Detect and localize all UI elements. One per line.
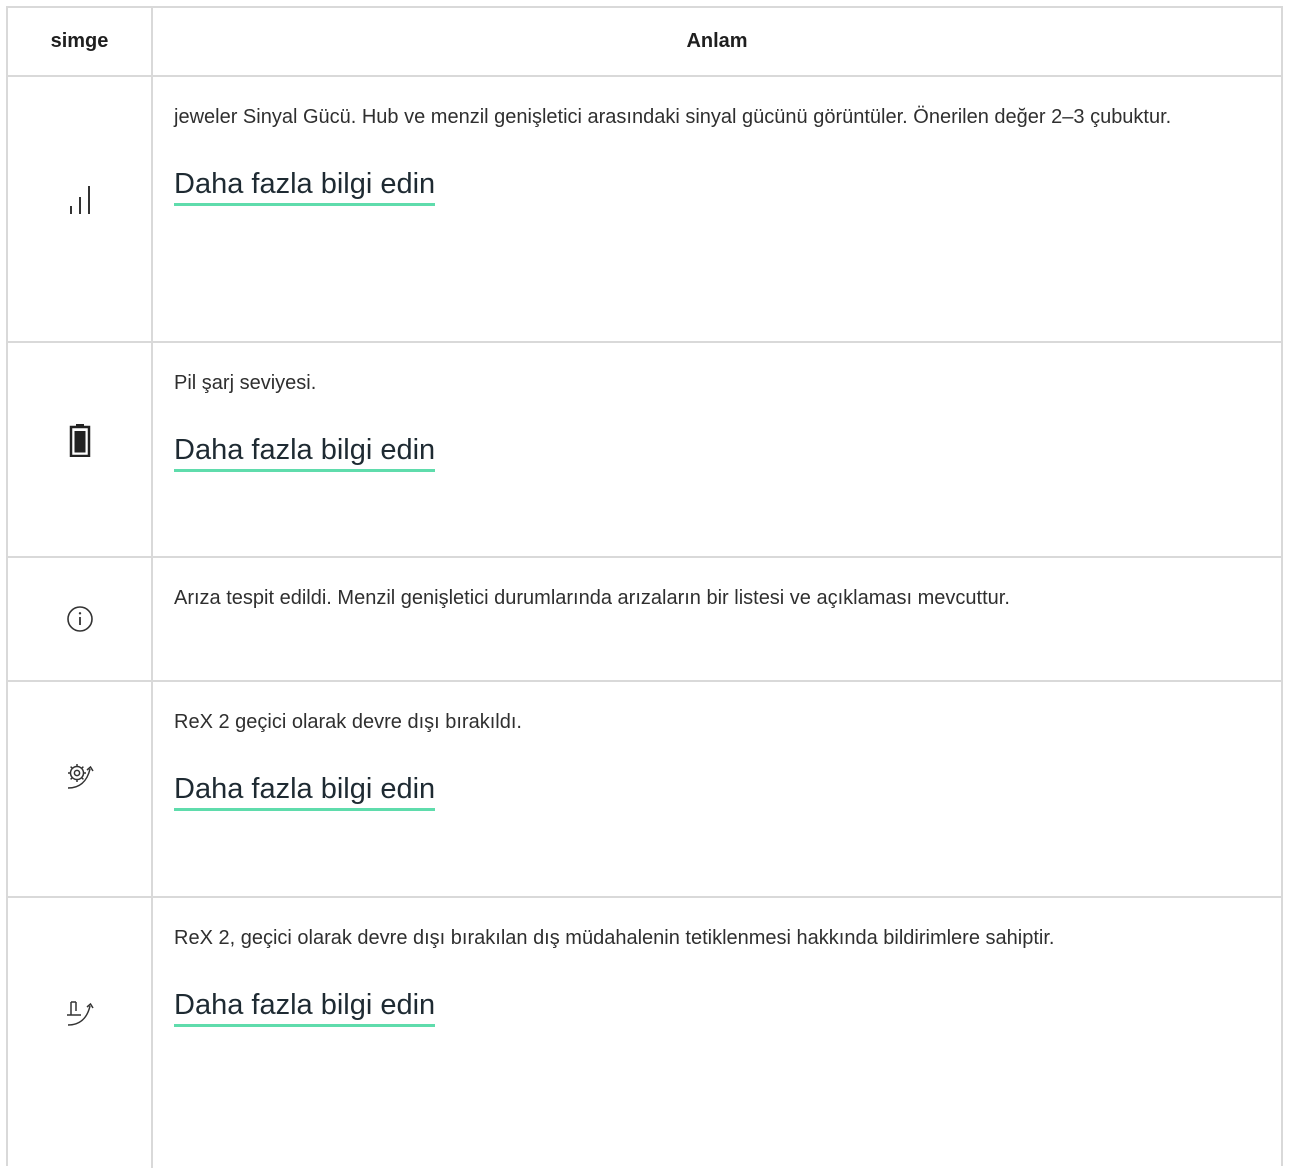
- meaning-cell: ReX 2 geçici olarak devre dışı bırakıldı…: [153, 682, 1281, 896]
- row-description: ReX 2 geçici olarak devre dışı bırakıldı…: [174, 711, 522, 733]
- icon-cell: [8, 898, 153, 1168]
- learn-more-link[interactable]: Daha fazla bilgi edin: [174, 167, 436, 206]
- battery-icon: [69, 423, 91, 457]
- row-description: jeweler Sinyal Gücü. Hub ve menzil geniş…: [174, 106, 1172, 128]
- learn-more-link[interactable]: Daha fazla bilgi edin: [174, 772, 436, 811]
- icon-cell: [8, 682, 153, 896]
- row-description: Arıza tespit edildi. Menzil genişletici …: [174, 587, 1010, 609]
- header-icon-column: simge: [8, 8, 153, 75]
- row-description: ReX 2, geçici olarak devre dışı bırakıla…: [174, 927, 1055, 949]
- info-icon: [66, 605, 94, 633]
- meaning-cell: Arıza tespit edildi. Menzil genişletici …: [153, 558, 1281, 680]
- signal-strength-icon: [63, 184, 97, 214]
- table-row: ReX 2, geçici olarak devre dışı bırakıla…: [8, 898, 1281, 1168]
- icon-cell: [8, 558, 153, 680]
- tamper-disabled-icon: [63, 997, 97, 1029]
- table-row: ReX 2 geçici olarak devre dışı bırakıldı…: [8, 682, 1281, 898]
- icon-legend-table: simge Anlam jeweler Sinyal Gücü. Hub ve …: [6, 6, 1283, 1168]
- learn-more-link[interactable]: Daha fazla bilgi edin: [174, 433, 436, 472]
- table-row: Arıza tespit edildi. Menzil genişletici …: [8, 558, 1281, 682]
- learn-more-link[interactable]: Daha fazla bilgi edin: [174, 988, 436, 1027]
- meaning-cell: ReX 2, geçici olarak devre dışı bırakıla…: [153, 898, 1281, 1168]
- table-header-row: simge Anlam: [8, 8, 1281, 77]
- table-row: Pil şarj seviyesi. Daha fazla bilgi edin: [8, 343, 1281, 558]
- row-description: Pil şarj seviyesi.: [174, 372, 317, 394]
- icon-cell: [8, 77, 153, 341]
- gear-disabled-icon: [63, 760, 97, 792]
- table-row: jeweler Sinyal Gücü. Hub ve menzil geniş…: [8, 77, 1281, 343]
- meaning-cell: Pil şarj seviyesi. Daha fazla bilgi edin: [153, 343, 1281, 556]
- header-meaning-column: Anlam: [686, 30, 748, 52]
- icon-cell: [8, 343, 153, 556]
- meaning-cell: jeweler Sinyal Gücü. Hub ve menzil geniş…: [153, 77, 1281, 341]
